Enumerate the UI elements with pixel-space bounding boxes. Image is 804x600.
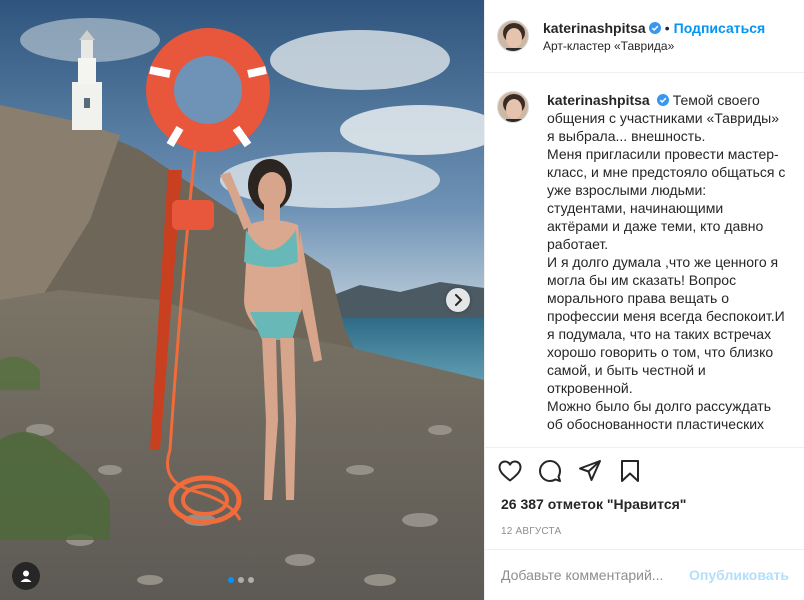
caption-username[interactable]: katerinashpitsa <box>547 92 650 108</box>
share-button[interactable] <box>575 456 605 486</box>
post-photo[interactable] <box>0 0 484 600</box>
comments-area[interactable]: katerinashpitsa Темой своего общения с уч… <box>485 73 804 429</box>
carousel-next-button[interactable] <box>446 288 470 312</box>
caption-avatar[interactable] <box>497 91 529 123</box>
carousel-dot-active <box>228 577 234 583</box>
carousel-dots <box>228 577 254 583</box>
chevron-right-icon <box>455 294 463 306</box>
post-actions: 26 387 отметок "Нравится" 12 августа <box>485 447 804 537</box>
like-button[interactable] <box>495 456 525 486</box>
add-comment-form: Опубликовать <box>485 549 804 600</box>
avatar[interactable] <box>497 20 529 52</box>
heart-icon <box>498 460 522 482</box>
tagged-users-button[interactable] <box>12 562 40 590</box>
carousel-dot <box>248 577 254 583</box>
caption-row: katerinashpitsa Темой своего общения с уч… <box>497 91 792 429</box>
comment-button[interactable] <box>535 456 565 486</box>
share-icon <box>579 460 601 481</box>
publish-button[interactable]: Опубликовать <box>689 567 789 583</box>
caption-body: Темой своего общения с участниками «Тавр… <box>547 92 786 429</box>
post-side-panel: katerinashpitsa • Подписаться Арт-класте… <box>484 0 804 600</box>
follow-button[interactable]: Подписаться <box>674 20 766 36</box>
comment-input[interactable] <box>501 567 690 583</box>
user-icon <box>20 570 32 582</box>
avatar-image <box>498 92 528 122</box>
post-header: katerinashpitsa • Подписаться Арт-класте… <box>485 0 804 73</box>
caption-text: katerinashpitsa Темой своего общения с уч… <box>547 91 787 429</box>
post-date[interactable]: 12 августа <box>501 526 789 537</box>
comment-icon <box>539 460 561 482</box>
likes-count[interactable]: 26 387 отметок "Нравится" <box>501 496 789 512</box>
carousel-dot <box>238 577 244 583</box>
beach-photo-scene <box>0 0 484 600</box>
bookmark-icon <box>621 460 639 482</box>
verified-badge-icon <box>656 94 669 106</box>
verified-badge-icon <box>648 21 661 34</box>
avatar-image <box>498 21 528 51</box>
separator-dot: • <box>664 19 670 36</box>
action-icons <box>498 448 789 494</box>
location-link[interactable]: Арт-кластер «Таврида» <box>543 39 765 53</box>
username[interactable]: katerinashpitsa <box>543 20 646 36</box>
save-button[interactable] <box>615 456 645 486</box>
